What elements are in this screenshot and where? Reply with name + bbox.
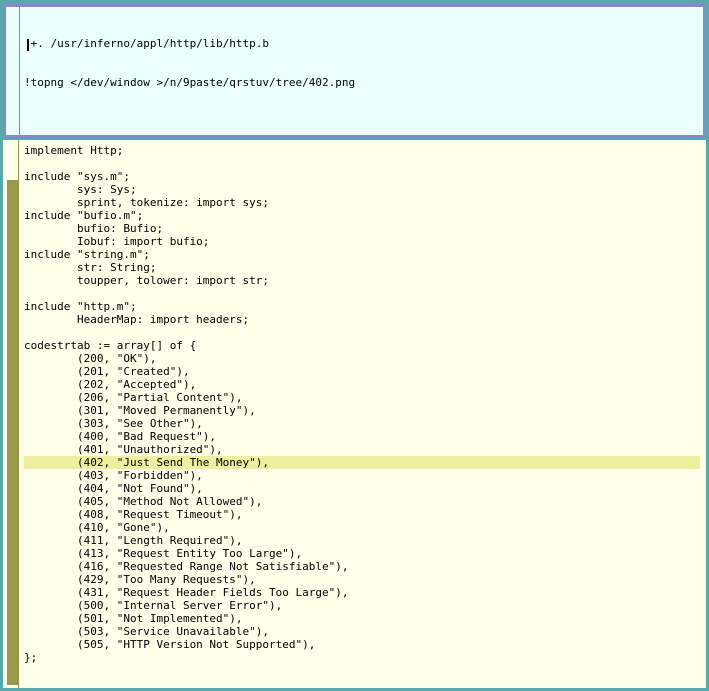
- code-line[interactable]: (431, "Request Header Fields Too Large")…: [24, 586, 700, 599]
- code-line[interactable]: [24, 326, 700, 339]
- tag-line-command[interactable]: !topng </dev/window >/n/9paste/qrstuv/tr…: [24, 76, 699, 89]
- code-line[interactable]: (301, "Moved Permanently"),: [24, 404, 700, 417]
- code-line[interactable]: (400, "Bad Request"),: [24, 430, 700, 443]
- code-line[interactable]: include "bufio.m";: [24, 209, 700, 222]
- code-line[interactable]: toupper, tolower: import str;: [24, 274, 700, 287]
- text-cursor: [27, 39, 29, 51]
- code-line[interactable]: (405, "Method Not Allowed"),: [24, 495, 700, 508]
- code-line[interactable]: (200, "OK"),: [24, 352, 700, 365]
- code-line[interactable]: include "http.m";: [24, 300, 700, 313]
- code-line[interactable]: implement Http;: [24, 144, 700, 157]
- code-line[interactable]: str: String;: [24, 261, 700, 274]
- code-line[interactable]: (403, "Forbidden"),: [24, 469, 700, 482]
- code-line[interactable]: (303, "See Other"),: [24, 417, 700, 430]
- code-line[interactable]: (201, "Created"),: [24, 365, 700, 378]
- code-line[interactable]: include "sys.m";: [24, 170, 700, 183]
- code-line[interactable]: (429, "Too Many Requests"),: [24, 573, 700, 586]
- code-line[interactable]: include "string.m";: [24, 248, 700, 261]
- code-line[interactable]: (401, "Unauthorized"),: [24, 443, 700, 456]
- code-line[interactable]: [24, 157, 700, 170]
- body-window[interactable]: implement Http; include "sys.m"; sys: Sys…: [3, 140, 706, 688]
- body-scrollbar-thumb[interactable]: [7, 180, 19, 685]
- code-line[interactable]: (410, "Gone"),: [24, 521, 700, 534]
- code-line[interactable]: HeaderMap: import headers;: [24, 313, 700, 326]
- tag-text[interactable]: +. /usr/inferno/appl/http/lib/http.b !to…: [24, 11, 699, 115]
- code-line[interactable]: (503, "Service Unavailable"),: [24, 625, 700, 638]
- code-line[interactable]: sys: Sys;: [24, 183, 700, 196]
- code-line[interactable]: codestrtab := array[] of {: [24, 339, 700, 352]
- code-line[interactable]: bufio: Bufio;: [24, 222, 700, 235]
- tag-window[interactable]: +. /usr/inferno/appl/http/lib/http.b !to…: [3, 3, 706, 138]
- code-line[interactable]: };: [24, 651, 700, 664]
- tag-scrollbar[interactable]: [6, 7, 20, 135]
- code-line[interactable]: (505, "HTTP Version Not Supported"),: [24, 638, 700, 651]
- code-line[interactable]: (416, "Requested Range Not Satisfiable")…: [24, 560, 700, 573]
- code-line[interactable]: (408, "Request Timeout"),: [24, 508, 700, 521]
- source-code[interactable]: implement Http; include "sys.m"; sys: Sys…: [24, 144, 700, 664]
- code-line[interactable]: (404, "Not Found"),: [24, 482, 700, 495]
- code-line[interactable]: (411, "Length Required"),: [24, 534, 700, 547]
- code-line-selected[interactable]: (402, "Just Send The Money"),: [24, 456, 700, 469]
- code-line[interactable]: (500, "Internal Server Error"),: [24, 599, 700, 612]
- tag-line-filename[interactable]: +. /usr/inferno/appl/http/lib/http.b: [24, 37, 699, 50]
- code-line[interactable]: (206, "Partial Content"),: [24, 391, 700, 404]
- code-line[interactable]: [24, 287, 700, 300]
- code-line[interactable]: sprint, tokenize: import sys;: [24, 196, 700, 209]
- code-line[interactable]: (202, "Accepted"),: [24, 378, 700, 391]
- code-line[interactable]: (413, "Request Entity Too Large"),: [24, 547, 700, 560]
- code-line[interactable]: Iobuf: import bufio;: [24, 235, 700, 248]
- code-line[interactable]: (501, "Not Implemented"),: [24, 612, 700, 625]
